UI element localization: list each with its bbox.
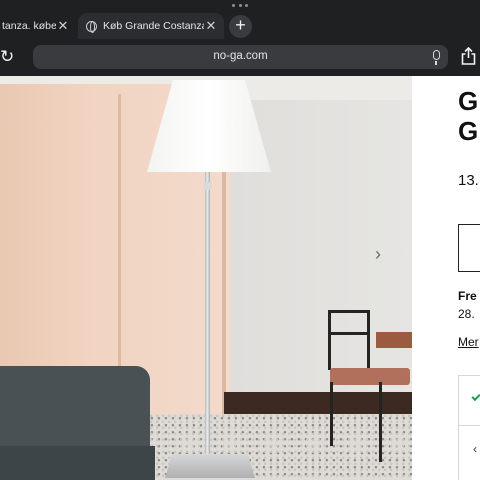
photo-chair-slat <box>330 332 368 335</box>
photo-chair-leg <box>330 382 333 446</box>
quantity-selector[interactable] <box>458 224 480 272</box>
product-image[interactable]: › <box>0 76 412 480</box>
photo-sofa-seat <box>0 446 155 480</box>
browser-chrome: tanza. køber ✕ Køb Grande Costanza - ✕ +… <box>0 0 480 76</box>
photo-chair-leg <box>379 382 382 462</box>
photo-chair-seat <box>330 368 410 385</box>
lamp-base <box>165 454 255 478</box>
tab-label: tanza. køber <box>2 20 56 32</box>
address-bar[interactable]: no-ga.com <box>33 45 448 69</box>
product-info-panel: G G 13. Fre 28. Mer ‹ <box>412 76 480 480</box>
info-divider <box>458 425 480 426</box>
new-tab-button[interactable]: + <box>229 15 252 38</box>
product-price: 13. <box>458 172 479 189</box>
photo-table <box>376 332 412 348</box>
globe-icon <box>86 20 97 33</box>
delivery-title: Fre <box>458 289 477 303</box>
tab-active[interactable]: Køb Grande Costanza - ✕ <box>78 13 224 39</box>
close-icon[interactable]: ✕ <box>204 18 218 34</box>
more-info-link[interactable]: Mer <box>458 335 479 349</box>
next-image-arrow-icon[interactable]: › <box>375 245 385 263</box>
lamp-switch <box>203 182 212 190</box>
close-icon[interactable]: ✕ <box>56 18 70 34</box>
lamp-pole <box>205 170 210 460</box>
chevron-left-icon[interactable]: ‹ <box>473 442 477 456</box>
product-title-line1: G <box>458 86 479 116</box>
photo-chair-back <box>328 310 370 370</box>
tab-inactive[interactable]: tanza. køber ✕ <box>0 13 76 39</box>
window-drag-handle[interactable] <box>232 3 248 9</box>
delivery-date: 28. <box>458 307 475 321</box>
tab-label: Køb Grande Costanza - <box>103 20 204 32</box>
share-icon[interactable] <box>461 47 476 65</box>
reload-icon[interactable]: ↻ <box>0 48 16 66</box>
url-text: no-ga.com <box>213 50 268 62</box>
mic-icon[interactable] <box>433 50 440 65</box>
product-title-line2: G <box>458 116 479 146</box>
